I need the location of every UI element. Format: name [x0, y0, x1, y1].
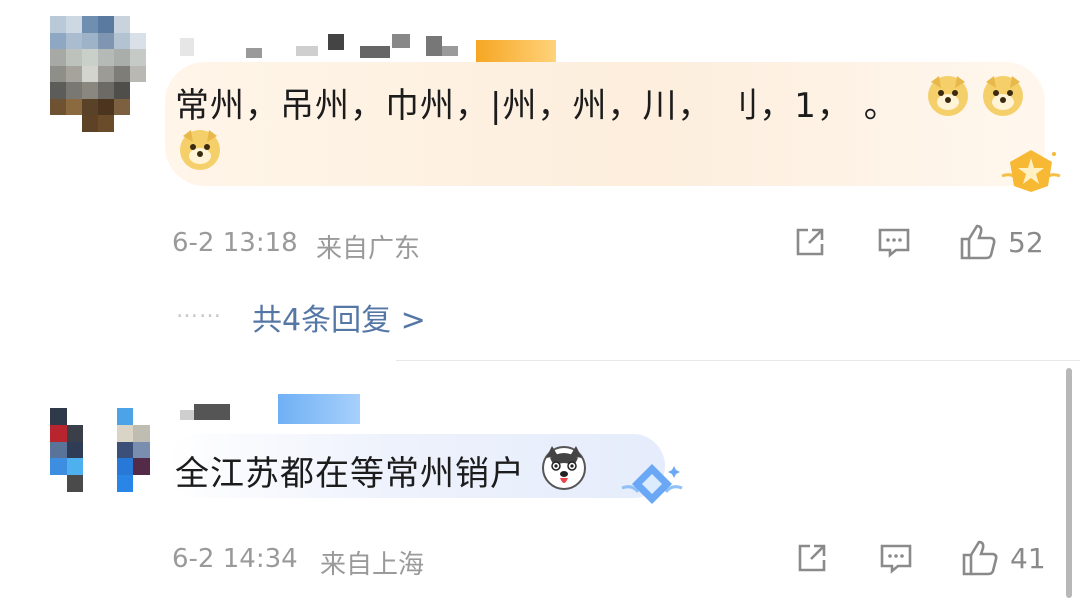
thumbs-up-icon — [960, 224, 996, 260]
gold-star-badge-icon — [1001, 150, 1061, 192]
comment-button[interactable] — [876, 224, 912, 260]
comment-text: 常州，吊州，巾州，|州，州，川， 刂，1， 。 — [175, 86, 899, 126]
comment-text: 全江苏都在等常州销户 — [175, 454, 525, 494]
share-button[interactable] — [794, 540, 830, 576]
comment-icon — [878, 228, 910, 258]
username-blurred[interactable] — [180, 394, 370, 424]
comment-icon — [880, 544, 912, 574]
comment-time: 6-2 13:18 — [172, 228, 298, 258]
husky-emoji — [542, 446, 586, 490]
scrollbar[interactable] — [1066, 368, 1072, 598]
avatar[interactable] — [50, 408, 150, 492]
doge-emoji — [983, 76, 1023, 116]
blue-diamond-badge-icon — [621, 464, 683, 504]
avatar[interactable] — [50, 16, 146, 132]
comment-time: 6-2 14:34 — [172, 544, 298, 574]
like-count: 52 — [1008, 225, 1044, 259]
like-button[interactable]: 52 — [958, 222, 1044, 262]
share-icon — [798, 544, 826, 572]
username-blurred[interactable] — [180, 34, 560, 62]
comment-1: 常州，吊州，巾州，|州，州，川， 刂，1， 。 6-2 13:18 来自广东 5… — [0, 0, 1080, 360]
comment-button[interactable] — [878, 540, 914, 576]
comment-2: 全江苏都在等常州销户 6-2 14:34 来自上海 41 — [0, 360, 1080, 606]
share-button[interactable] — [792, 224, 828, 260]
thumbs-up-icon — [962, 540, 998, 576]
comment-location: 来自上海 — [320, 550, 425, 580]
replies-dots: …… — [176, 298, 222, 323]
like-count: 41 — [1010, 541, 1046, 575]
view-replies-link[interactable]: 共4条回复 > — [252, 295, 426, 339]
comment-location: 来自广东 — [316, 234, 421, 264]
like-button[interactable]: 41 — [960, 538, 1046, 578]
share-icon — [796, 228, 824, 256]
doge-emoji — [928, 76, 968, 116]
doge-emoji — [180, 130, 220, 170]
